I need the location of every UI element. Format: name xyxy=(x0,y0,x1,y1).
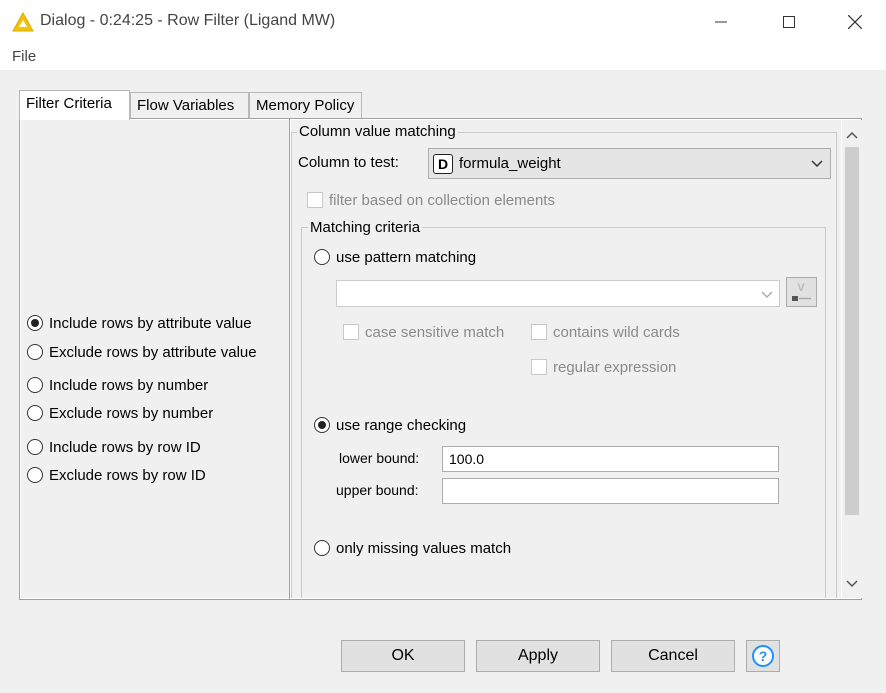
scroll-thumb[interactable] xyxy=(845,147,859,515)
column-matching-pane: Column value matching Column to test: D … xyxy=(291,120,841,598)
radio-label: Exclude rows by number xyxy=(49,404,214,422)
radio-label: Exclude rows by attribute value xyxy=(49,343,257,361)
flow-variable-button[interactable]: V xyxy=(786,277,817,307)
radio-label: Exclude rows by row ID xyxy=(49,466,206,484)
radio-button[interactable] xyxy=(314,249,330,265)
upper-bound-input[interactable] xyxy=(442,478,779,504)
column-to-test-label: Column to test: xyxy=(298,154,399,171)
column-select[interactable]: D formula_weight xyxy=(428,148,831,179)
apply-button[interactable]: Apply xyxy=(476,640,600,672)
filter-criteria-panel: Include rows by attribute value Exclude … xyxy=(19,118,862,600)
upper-bound-label: upper bound: xyxy=(336,482,419,498)
chevron-down-icon xyxy=(811,160,823,168)
maximize-icon xyxy=(783,16,795,28)
window-title: Dialog - 0:24:25 - Row Filter (Ligand MW… xyxy=(40,12,336,29)
wild-cards-checkbox[interactable] xyxy=(531,324,547,340)
tab-memory-policy[interactable]: Memory Policy xyxy=(249,92,362,119)
scroll-up-icon[interactable] xyxy=(845,128,859,142)
radio-button[interactable] xyxy=(27,405,43,421)
cancel-button[interactable]: Cancel xyxy=(611,640,735,672)
radio-label: only missing values match xyxy=(336,539,512,557)
radio-include-rowid[interactable]: Include rows by row ID xyxy=(27,437,201,457)
filter-mode-pane: Include rows by attribute value Exclude … xyxy=(21,120,289,598)
minimize-button[interactable] xyxy=(698,0,744,44)
radio-pattern-matching[interactable]: use pattern matching xyxy=(314,247,476,267)
radio-missing-values[interactable]: only missing values match xyxy=(314,538,511,558)
radio-label: use pattern matching xyxy=(336,248,477,266)
title-bar: Dialog - 0:24:25 - Row Filter (Ligand MW… xyxy=(0,0,886,44)
group-title-column-matching: Column value matching xyxy=(297,123,458,140)
case-sensitive-checkbox[interactable] xyxy=(343,324,359,340)
radio-label: Include rows by attribute value xyxy=(49,314,252,332)
radio-button[interactable] xyxy=(27,315,43,331)
radio-button[interactable] xyxy=(27,344,43,360)
radio-label: use range checking xyxy=(336,416,467,434)
help-button[interactable]: ? xyxy=(746,640,780,672)
scroll-down-icon[interactable] xyxy=(845,577,859,591)
vertical-scrollbar[interactable] xyxy=(842,120,862,598)
chevron-down-icon xyxy=(761,291,773,298)
radio-label: Include rows by number xyxy=(49,376,209,394)
tab-flow-variables[interactable]: Flow Variables xyxy=(130,92,249,119)
radio-button[interactable] xyxy=(314,417,330,433)
radio-exclude-attribute[interactable]: Exclude rows by attribute value xyxy=(27,342,257,362)
lower-bound-input[interactable]: 100.0 xyxy=(442,446,779,472)
help-question-icon: ? xyxy=(752,645,774,667)
ok-button[interactable]: OK xyxy=(341,640,465,672)
collection-elements-checkbox-row[interactable]: filter based on collection elements xyxy=(307,190,555,210)
close-button[interactable] xyxy=(832,0,878,44)
radio-include-attribute[interactable]: Include rows by attribute value xyxy=(27,313,252,333)
column-select-value: formula_weight xyxy=(459,155,561,172)
lower-bound-label: lower bound: xyxy=(339,450,420,466)
regex-checkbox-row[interactable]: regular expression xyxy=(531,357,676,377)
radio-button[interactable] xyxy=(27,439,43,455)
svg-text:?: ? xyxy=(759,648,768,664)
radio-exclude-rowid[interactable]: Exclude rows by row ID xyxy=(27,465,206,485)
menu-bar: File xyxy=(0,44,886,70)
menu-file[interactable]: File xyxy=(12,48,36,65)
svg-text:V: V xyxy=(797,282,805,294)
pane-splitter[interactable] xyxy=(289,119,290,599)
checkbox-label: filter based on collection elements xyxy=(329,191,555,209)
collection-elements-checkbox[interactable] xyxy=(307,192,323,208)
wild-cards-checkbox-row[interactable]: contains wild cards xyxy=(531,322,680,342)
radio-label: Include rows by row ID xyxy=(49,438,201,456)
maximize-button[interactable] xyxy=(766,0,812,44)
radio-button[interactable] xyxy=(27,377,43,393)
pattern-input[interactable] xyxy=(336,280,780,307)
case-sensitive-checkbox-row[interactable]: case sensitive match xyxy=(343,322,504,342)
radio-include-number[interactable]: Include rows by number xyxy=(27,375,208,395)
radio-button[interactable] xyxy=(314,540,330,556)
checkbox-label: contains wild cards xyxy=(553,323,680,341)
radio-exclude-number[interactable]: Exclude rows by number xyxy=(27,403,213,423)
checkbox-label: regular expression xyxy=(553,358,677,376)
regex-checkbox[interactable] xyxy=(531,359,547,375)
flow-variable-icon: V xyxy=(792,282,811,301)
double-type-icon: D xyxy=(433,153,453,174)
close-icon xyxy=(848,15,862,29)
knime-triangle-icon xyxy=(12,12,34,32)
radio-range-checking[interactable]: use range checking xyxy=(314,415,466,435)
group-title-matching-criteria: Matching criteria xyxy=(308,219,423,236)
minimize-icon xyxy=(715,21,727,23)
radio-button[interactable] xyxy=(27,467,43,483)
tab-filter-criteria[interactable]: Filter Criteria xyxy=(19,90,130,120)
checkbox-label: case sensitive match xyxy=(365,323,505,341)
